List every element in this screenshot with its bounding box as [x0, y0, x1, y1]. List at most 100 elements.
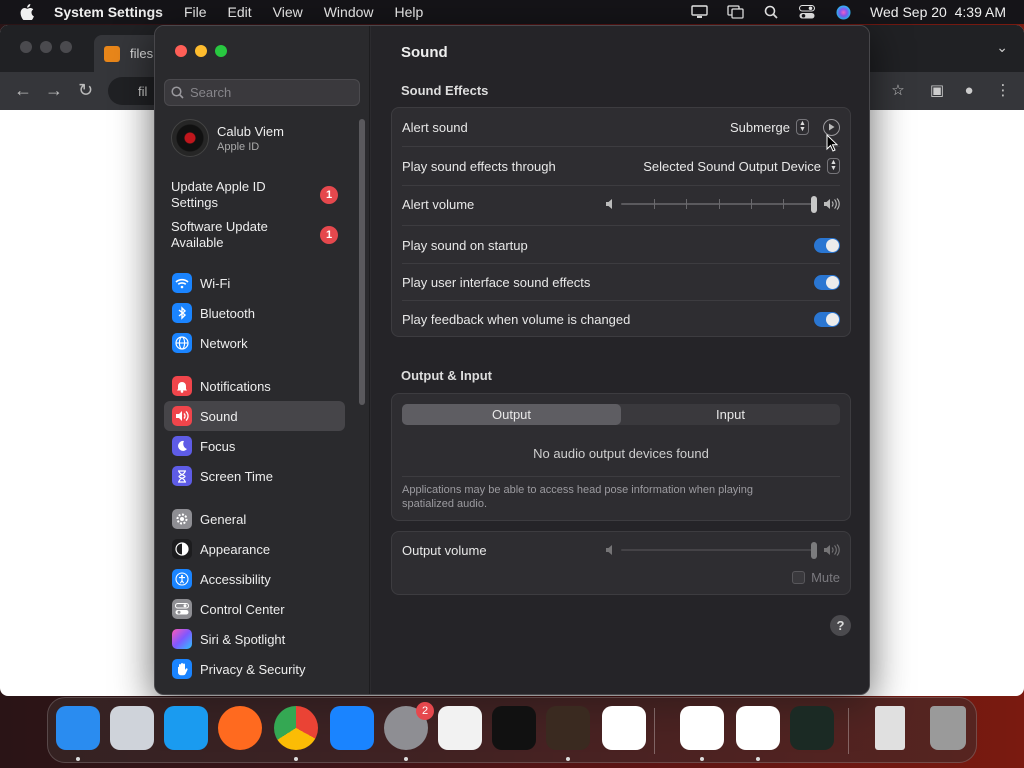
mute-checkbox[interactable]: [792, 571, 806, 584]
back-arrow-icon[interactable]: ←: [14, 80, 32, 101]
slider-tick: [751, 199, 752, 209]
browser-zoom-button[interactable]: [60, 41, 72, 53]
page-title: Sound: [401, 44, 448, 61]
profile-subtitle: Apple ID: [217, 140, 260, 153]
app-store-app-icon[interactable]: [330, 706, 374, 750]
sidebar-item-label: Bluetooth: [200, 305, 255, 321]
output-input-segmented-control[interactable]: Output Input: [402, 404, 840, 425]
tab-output[interactable]: Output: [402, 404, 621, 425]
section-heading-output-input: Output & Input: [401, 368, 492, 383]
sidebar-scrollbar[interactable]: [359, 119, 365, 405]
running-indicator: [700, 757, 704, 761]
speaker-low-icon: [606, 199, 612, 209]
startup-sound-toggle[interactable]: [814, 237, 840, 253]
menu-app-name[interactable]: System Settings: [54, 4, 163, 20]
slider-tick: [719, 199, 720, 209]
volume-feedback-toggle[interactable]: [814, 311, 840, 327]
ui-sounds-toggle[interactable]: [814, 274, 840, 290]
menubar-clock[interactable]: Wed Sep 20 4:39 AM: [870, 4, 1006, 20]
archive-file-icon[interactable]: [875, 706, 905, 750]
stage-manager-icon[interactable]: [726, 4, 744, 20]
firefox-app-icon[interactable]: [218, 706, 262, 750]
reload-icon[interactable]: ↻: [78, 80, 93, 101]
sidebar-item-accessibility[interactable]: Accessibility: [164, 564, 345, 594]
alert-sound-popup[interactable]: Submerge ▲ ▼: [730, 119, 809, 135]
sidebar-item-label: Sound: [200, 408, 238, 424]
browser-minimize-button[interactable]: [40, 41, 52, 53]
hourglass-icon: [172, 466, 192, 486]
minimize-button[interactable]: [195, 45, 207, 57]
control-center-icon: [172, 599, 192, 619]
profile-icon[interactable]: ●: [960, 82, 978, 100]
accessibility-icon: [172, 569, 192, 589]
sidebar-item-general[interactable]: General: [164, 504, 345, 534]
garageband-app-icon[interactable]: [546, 706, 590, 750]
sidebar-item-bluetooth[interactable]: Bluetooth: [164, 298, 345, 328]
sidebar-item-wifi[interactable]: Wi-Fi: [164, 268, 345, 298]
trash-icon[interactable]: [930, 706, 966, 750]
forward-arrow-icon[interactable]: →: [45, 80, 63, 101]
sidebar-item-focus[interactable]: Focus: [164, 431, 345, 461]
slider-knob[interactable]: [811, 196, 817, 213]
close-button[interactable]: [175, 45, 187, 57]
terminal-app-icon[interactable]: [492, 706, 536, 750]
menu-edit[interactable]: Edit: [228, 4, 252, 20]
alert-sound-label: Alert sound: [402, 119, 468, 135]
bookmark-star-icon[interactable]: ☆: [889, 82, 907, 100]
speaker-icon: [172, 406, 192, 426]
alert-volume-label: Alert volume: [402, 196, 475, 212]
sidebar-item-network[interactable]: Network: [164, 328, 345, 358]
zoom-button[interactable]: [215, 45, 227, 57]
sidebar-item-notifications[interactable]: Notifications: [164, 371, 345, 401]
sidebar-item-siri-spotlight[interactable]: Siri & Spotlight: [164, 624, 345, 654]
news-app-icon[interactable]: [736, 706, 780, 750]
launchpad-app-icon[interactable]: [110, 706, 154, 750]
textedit-app-icon[interactable]: [438, 706, 482, 750]
sidebar-item-sound[interactable]: Sound: [164, 401, 345, 431]
volume-feedback-row: Play feedback when volume is changed: [402, 301, 840, 337]
menu-help[interactable]: Help: [395, 4, 424, 20]
sidebar-item-screen-time[interactable]: Screen Time: [164, 461, 345, 491]
sidepanel-icon[interactable]: ▣: [928, 82, 946, 100]
display-icon[interactable]: [690, 4, 708, 20]
play-icon[interactable]: [823, 118, 840, 136]
control-center-icon[interactable]: [798, 4, 816, 20]
mute-control[interactable]: Mute: [792, 570, 840, 585]
browser-close-button[interactable]: [20, 41, 32, 53]
menu-dots-icon[interactable]: ⋮: [994, 82, 1012, 100]
alert-volume-slider[interactable]: [621, 196, 817, 213]
slider-knob[interactable]: [811, 542, 817, 559]
play-through-label: Play sound effects through: [402, 158, 556, 174]
search-field[interactable]: [164, 79, 360, 106]
update-apple-id-notice[interactable]: Update Apple ID Settings: [171, 179, 301, 211]
vscode-app-icon[interactable]: [602, 706, 646, 750]
cleanmymac-app-icon[interactable]: [680, 706, 724, 750]
tab-input[interactable]: Input: [621, 404, 840, 425]
menu-file[interactable]: File: [184, 4, 207, 20]
sidebar-item-label: Screen Time: [200, 468, 273, 484]
menu-window[interactable]: Window: [324, 4, 374, 20]
tab-search-chevron-icon[interactable]: ⌄: [996, 39, 1008, 56]
no-devices-message: No audio output devices found: [533, 446, 709, 461]
play-through-popup[interactable]: Selected Sound Output Device ▲ ▼: [643, 158, 840, 174]
siri-icon[interactable]: [834, 4, 852, 20]
finder-app-icon[interactable]: [56, 706, 100, 750]
running-indicator: [76, 757, 80, 761]
sidebar-item-privacy-security[interactable]: Privacy & Security: [164, 654, 345, 684]
speaker-low-icon: [606, 545, 612, 555]
chrome-app-icon[interactable]: [274, 706, 318, 750]
search-input[interactable]: [190, 85, 350, 100]
menu-view[interactable]: View: [273, 4, 303, 20]
apple-id-profile[interactable]: Calub Viem Apple ID: [171, 119, 284, 157]
tab-favicon-icon: [104, 45, 120, 62]
activity-monitor-app-icon[interactable]: [790, 706, 834, 750]
safari-app-icon[interactable]: [164, 706, 208, 750]
output-volume-slider[interactable]: [621, 542, 817, 559]
sidebar-item-appearance[interactable]: Appearance: [164, 534, 345, 564]
help-button[interactable]: ?: [830, 615, 851, 636]
sidebar-item-label: Privacy & Security: [200, 661, 306, 677]
apple-menu-icon[interactable]: [18, 3, 36, 21]
software-update-notice[interactable]: Software Update Available: [171, 219, 301, 251]
spotlight-search-icon[interactable]: [762, 4, 780, 20]
sidebar-item-control-center[interactable]: Control Center: [164, 594, 345, 624]
